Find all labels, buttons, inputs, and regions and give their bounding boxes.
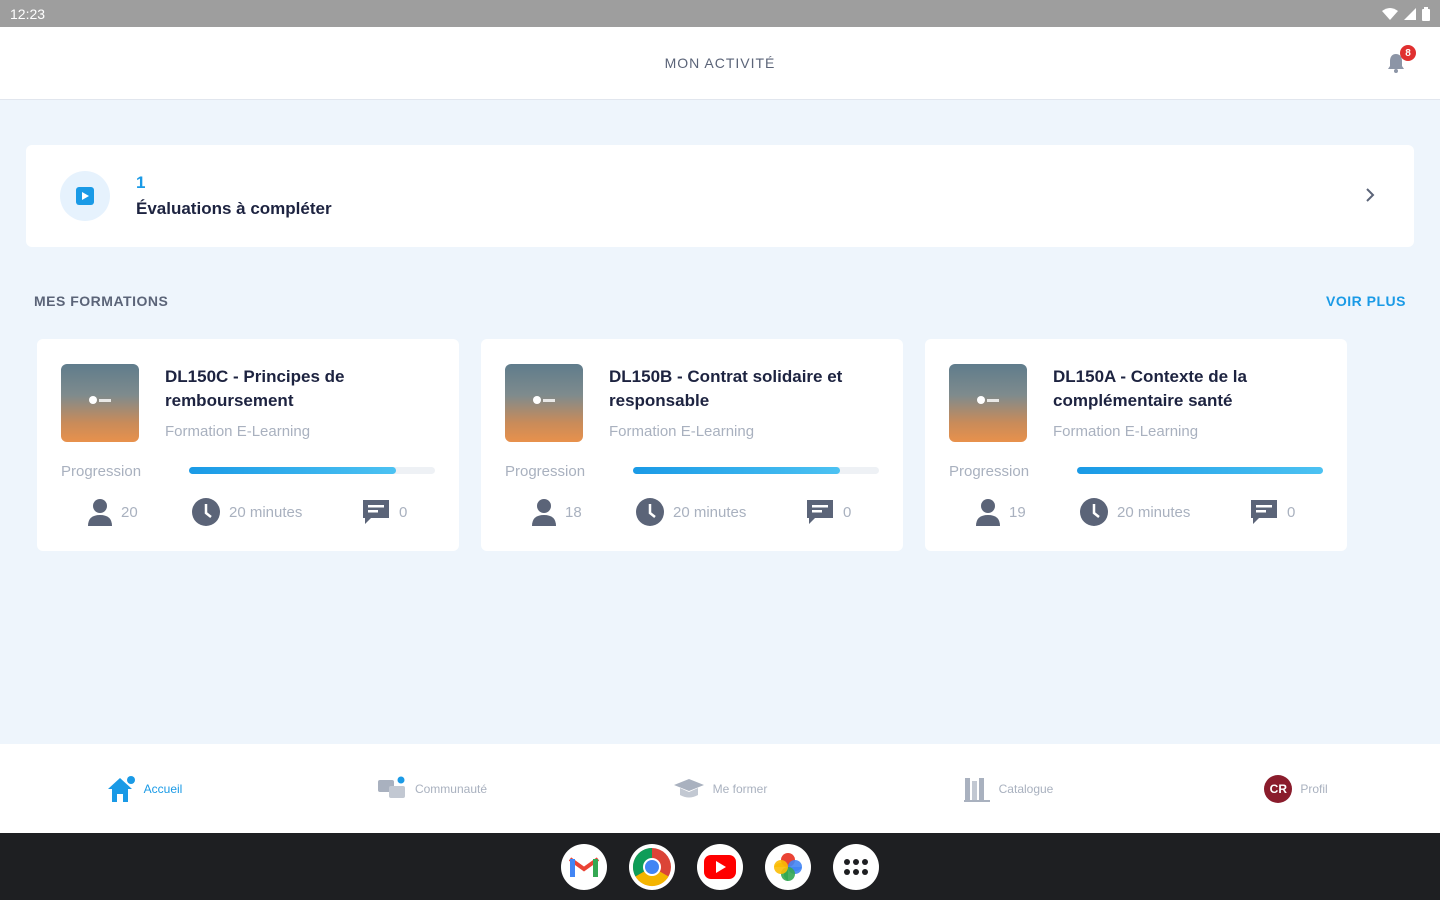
learners-stat: 19 [975, 498, 1079, 526]
wifi-icon [1382, 7, 1398, 20]
clock-icon [636, 498, 664, 526]
notifications-button[interactable]: 8 [1384, 45, 1416, 77]
chevron-right-icon [1366, 188, 1375, 202]
evaluation-icon [60, 171, 110, 221]
duration-value: 20 minutes [229, 503, 303, 521]
nav-label: Communauté [414, 781, 488, 796]
course-type: Formation E-Learning [165, 423, 311, 440]
user-icon [88, 499, 112, 526]
progress-bar [189, 467, 435, 474]
community-icon [377, 776, 405, 798]
progress-label: Progression [505, 463, 586, 480]
comment-icon [363, 500, 389, 524]
avatar: CR [1264, 774, 1293, 803]
duration-stat: 20 minutes [635, 497, 805, 527]
apps-icon[interactable] [833, 843, 879, 890]
nav-item-me-former[interactable]: Me former [576, 776, 864, 802]
evaluations-label: Évaluations à compléter [136, 199, 332, 218]
course-stats: 18 20 minutes 0 [531, 497, 861, 527]
app-header: MON ACTIVITÉ 8 [0, 27, 1440, 100]
user-icon [532, 499, 556, 526]
nav-label: Catalogue [998, 781, 1054, 796]
graduation-cap-icon [673, 778, 704, 797]
books-icon [963, 777, 990, 802]
system-dock [0, 833, 1440, 900]
course-list: DL150C - Principes de remboursement Form… [37, 339, 1347, 551]
user-icon [976, 499, 1000, 526]
duration-value: 20 minutes [673, 503, 747, 521]
nav-label: Profil [1300, 781, 1328, 796]
course-title: DL150A - Contexte de la complémentaire s… [1053, 367, 1247, 410]
duration-value: 20 minutes [1117, 503, 1191, 521]
comment-icon [1251, 500, 1277, 524]
progress-bar [633, 467, 879, 474]
clock-icon [192, 498, 220, 526]
bottom-navigation: Accueil Communauté Me former Catalogue C… [0, 744, 1440, 833]
nav-label: Me former [712, 781, 768, 796]
nav-item-communaute[interactable]: Communauté [288, 776, 576, 802]
see-more-link[interactable]: VOIR PLUS [1326, 293, 1406, 309]
comments-stat: 0 [361, 498, 407, 526]
course-title: DL150B - Contrat solidaire et responsabl… [609, 367, 843, 410]
comments-stat: 0 [1249, 498, 1295, 526]
nav-item-catalogue[interactable]: Catalogue [864, 775, 1152, 803]
comments-count: 0 [1287, 503, 1296, 521]
learners-stat: 20 [87, 498, 191, 526]
course-card[interactable]: DL150A - Contexte de la complémentaire s… [925, 339, 1347, 551]
clock-icon [1080, 498, 1108, 526]
learners-stat: 18 [531, 498, 635, 526]
signal-icon [1404, 7, 1416, 20]
duration-stat: 20 minutes [191, 497, 361, 527]
youtube-icon[interactable] [697, 843, 743, 890]
progress-fill [633, 467, 840, 474]
notification-badge: 8 [1400, 45, 1416, 61]
evaluations-card[interactable]: 1 Évaluations à compléter [26, 145, 1414, 247]
evaluations-count: 1 [136, 173, 146, 192]
course-stats: 19 20 minutes 0 [975, 497, 1305, 527]
nav-item-profil[interactable]: CR Profil [1152, 774, 1440, 803]
comments-count: 0 [399, 503, 408, 521]
photos-icon[interactable] [765, 843, 811, 890]
page-title: MON ACTIVITÉ [664, 55, 776, 71]
course-stats: 20 20 minutes 0 [87, 497, 417, 527]
progress-fill [189, 467, 396, 474]
course-thumbnail [949, 364, 1027, 442]
duration-stat: 20 minutes [1079, 497, 1249, 527]
comments-stat: 0 [805, 498, 851, 526]
course-thumbnail [61, 364, 139, 442]
nav-item-accueil[interactable]: Accueil [0, 775, 288, 803]
course-title: DL150C - Principes de remboursement [165, 367, 345, 410]
nav-label: Accueil [143, 781, 183, 796]
progress-label: Progression [61, 463, 142, 480]
comment-icon [807, 500, 833, 524]
status-icons [1382, 6, 1430, 21]
course-thumbnail [505, 364, 583, 442]
status-bar: 12:23 [0, 0, 1440, 27]
comments-count: 0 [843, 503, 852, 521]
section-title: MES FORMATIONS [34, 293, 169, 309]
progress-fill [1077, 467, 1323, 474]
learners-count: 18 [565, 503, 582, 521]
battery-icon [1422, 6, 1430, 21]
course-type: Formation E-Learning [609, 423, 755, 440]
progress-label: Progression [949, 463, 1030, 480]
progress-bar [1077, 467, 1323, 474]
learners-count: 19 [1009, 503, 1026, 521]
home-icon [107, 775, 135, 802]
course-type: Formation E-Learning [1053, 423, 1199, 440]
course-card[interactable]: DL150C - Principes de remboursement Form… [37, 339, 459, 551]
chrome-icon[interactable] [629, 843, 675, 890]
course-card[interactable]: DL150B - Contrat solidaire et responsabl… [481, 339, 903, 551]
status-time: 12:23 [10, 5, 46, 22]
gmail-icon[interactable] [561, 843, 607, 890]
learners-count: 20 [121, 503, 138, 521]
